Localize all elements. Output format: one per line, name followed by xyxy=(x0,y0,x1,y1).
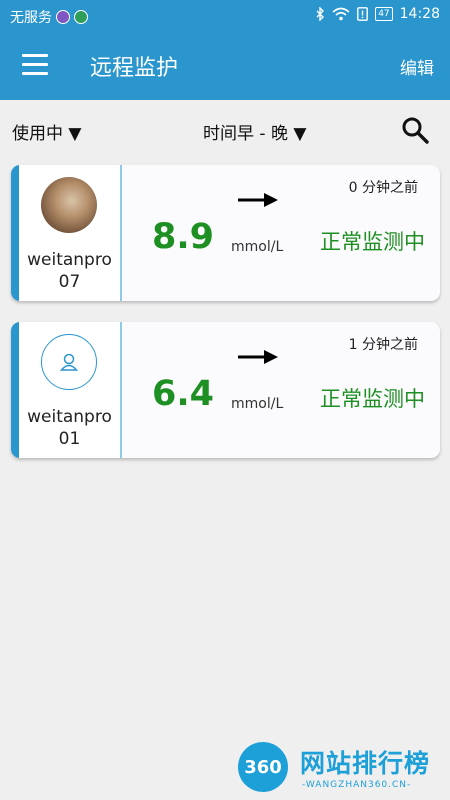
avatar xyxy=(41,177,97,233)
status-left: 无服务 xyxy=(10,7,88,27)
glucose-unit: mmol/L xyxy=(231,239,284,255)
patient-card[interactable]: weitanpro07 8.9 mmol/L 0 分钟之前 正常监测中 xyxy=(11,165,440,301)
battery-icon: 47 xyxy=(375,7,393,21)
card-user-section: weitanpro01 xyxy=(19,322,122,458)
menu-icon[interactable] xyxy=(22,54,48,76)
search-icon[interactable] xyxy=(401,116,429,144)
watermark-logo: 360 网站排行榜 -WANGZHAN360.CN- xyxy=(236,740,446,796)
watermark-text: 网站排行榜 xyxy=(300,749,431,778)
avatar-placeholder-icon xyxy=(41,334,97,390)
trend-arrow-icon xyxy=(238,193,278,207)
glucose-unit: mmol/L xyxy=(231,396,284,412)
card-accent-bar xyxy=(11,322,19,458)
time-sort-dropdown[interactable]: 时间早 - 晚 ▼ xyxy=(203,119,306,144)
watermark-360-icon: 360 xyxy=(238,742,288,792)
username: weitanpro07 xyxy=(27,250,112,292)
status-bar: 无服务 47 14:28 xyxy=(0,0,450,32)
glucose-value: 8.9 xyxy=(151,217,214,257)
patient-card[interactable]: weitanpro01 6.4 mmol/L 1 分钟之前 正常监测中 xyxy=(11,322,440,458)
username: weitanpro01 xyxy=(27,407,112,449)
monitor-status: 正常监测中 xyxy=(320,230,425,254)
status-right: 47 14:28 xyxy=(315,6,440,22)
card-user-section: weitanpro07 xyxy=(19,165,122,301)
sim-alert-icon xyxy=(357,7,369,21)
edit-button[interactable]: 编辑 xyxy=(400,54,434,79)
glucose-value: 6.4 xyxy=(151,374,214,414)
watermark-subtext: -WANGZHAN360.CN- xyxy=(302,780,412,790)
carrier-text: 无服务 xyxy=(10,10,52,26)
wifi-icon xyxy=(332,7,350,21)
status-filter-dropdown[interactable]: 使用中 ▼ xyxy=(12,119,81,144)
app-notification-icon xyxy=(74,10,88,24)
person-icon xyxy=(59,353,79,371)
filter-bar: 使用中 ▼ 时间早 - 晚 ▼ xyxy=(0,100,450,160)
page-title: 远程监护 xyxy=(90,56,179,81)
app-bar: 远程监护 编辑 xyxy=(0,32,450,100)
clock: 14:28 xyxy=(399,6,440,22)
monitor-status: 正常监测中 xyxy=(320,387,425,411)
trend-arrow-icon xyxy=(238,350,278,364)
bluetooth-icon xyxy=(316,7,325,21)
app-notification-icon xyxy=(56,10,70,24)
card-accent-bar xyxy=(11,165,19,301)
time-ago: 0 分钟之前 xyxy=(348,180,418,196)
time-ago: 1 分钟之前 xyxy=(348,337,418,353)
